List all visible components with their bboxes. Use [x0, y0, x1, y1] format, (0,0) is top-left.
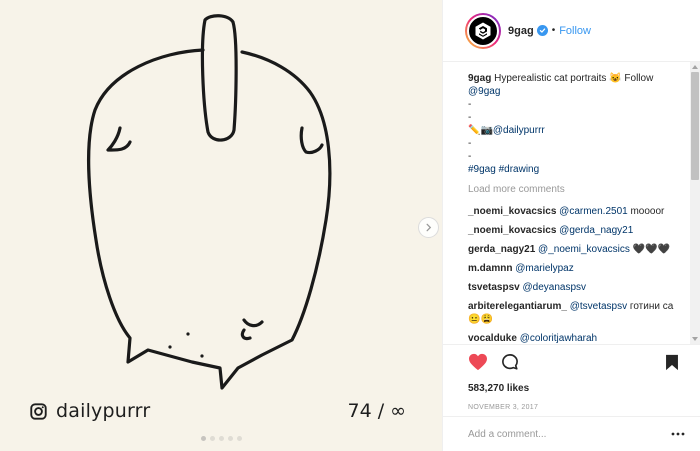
- post-media[interactable]: dailypurrr 74 / ∞: [0, 0, 442, 451]
- comment-mention[interactable]: @coloritjawharah: [520, 333, 597, 344]
- comment-mention[interactable]: @deyanaspsv: [522, 282, 586, 293]
- hashtag-link[interactable]: #9gag: [468, 164, 496, 175]
- comment-mention[interactable]: @carmen.2501: [559, 206, 628, 217]
- carousel-dot: [210, 436, 215, 441]
- comment-item: _noemi_kovacsics @carmen.2501 moooor: [468, 205, 677, 218]
- load-more-comments-button[interactable]: Load more comments: [468, 183, 677, 196]
- cat-drawing: [87, 14, 332, 390]
- carousel-dot: [219, 436, 224, 441]
- comment-mention[interactable]: @_noemi_kovacsics: [538, 244, 630, 255]
- post-date: NOVEMBER 3, 2017: [468, 404, 539, 411]
- comment-username[interactable]: tsvetaspsv: [468, 282, 520, 293]
- carousel-dot: [201, 436, 206, 441]
- avatar[interactable]: [465, 12, 501, 49]
- post-header: 9gag • Follow: [443, 0, 700, 62]
- comment-username[interactable]: gerda_nagy21: [468, 244, 535, 255]
- comment-icon[interactable]: [501, 353, 519, 371]
- carousel-dot: [228, 436, 233, 441]
- carousel-dots: [201, 436, 242, 441]
- comment-mention[interactable]: @marielypaz: [515, 263, 574, 274]
- header-username[interactable]: 9gag: [508, 25, 534, 37]
- post-caption: 9gag Hyperealistic cat portraits 😺 Follo…: [468, 72, 677, 176]
- comment-item: tsvetaspsv @deyanaspsv: [468, 281, 677, 294]
- scrollbar-thumb[interactable]: [691, 72, 699, 180]
- caption-dash: -: [468, 138, 472, 149]
- comment-username[interactable]: _noemi_kovacsics: [468, 206, 556, 217]
- next-slide-button[interactable]: [418, 217, 439, 238]
- comment-username[interactable]: arbiterelegantiarum_: [468, 301, 567, 312]
- comments-list: 9gag Hyperealistic cat portraits 😺 Follo…: [443, 62, 691, 344]
- caption-credit-mention[interactable]: @dailypurrr: [493, 125, 545, 136]
- comment-text: 🖤🖤🖤: [629, 244, 671, 255]
- 9gag-logo-icon: [467, 14, 499, 47]
- comment-item: arbiterelegantiarum_ @tsvetaspsv готини …: [468, 300, 677, 326]
- watermark-handle: dailypurrr: [56, 400, 151, 422]
- more-options-icon[interactable]: [671, 432, 685, 436]
- hashtag-link[interactable]: #drawing: [499, 164, 540, 175]
- add-comment-input[interactable]: [468, 428, 671, 440]
- caption-dash: -: [468, 151, 472, 162]
- media-watermark: dailypurrr: [30, 400, 150, 422]
- comment-username[interactable]: m.damnn: [468, 263, 512, 274]
- add-comment-bar: [443, 416, 700, 451]
- caption-emoji: ✏️📷: [468, 125, 493, 136]
- scroll-up-icon[interactable]: [690, 62, 700, 72]
- comment-mention[interactable]: @tsvetaspsv: [570, 301, 627, 312]
- caption-mention[interactable]: @9gag: [468, 86, 500, 97]
- comment-mention[interactable]: @gerda_nagy21: [559, 225, 633, 236]
- comment-username[interactable]: vocalduke: [468, 333, 517, 344]
- comment-text: moooor: [627, 206, 665, 217]
- verified-badge-icon: [536, 25, 548, 36]
- drawing-counter: 74 / ∞: [347, 400, 406, 422]
- follow-button[interactable]: Follow: [559, 25, 591, 37]
- comments-scrollbar[interactable]: [690, 62, 700, 344]
- likes-count[interactable]: 583,270 likes: [468, 383, 679, 394]
- post-side-panel: 9gag • Follow 9gag Hyperealistic cat por…: [442, 0, 700, 451]
- comment-item: _noemi_kovacsics @gerda_nagy21: [468, 224, 677, 237]
- comment-username[interactable]: _noemi_kovacsics: [468, 225, 556, 236]
- header-separator: •: [551, 25, 556, 36]
- bookmark-icon[interactable]: [665, 354, 679, 371]
- instagram-icon: [30, 402, 47, 420]
- comment-item: m.damnn @marielypaz: [468, 262, 677, 275]
- carousel-dot: [237, 436, 242, 441]
- scroll-down-icon[interactable]: [690, 334, 700, 344]
- chevron-right-icon: [426, 223, 432, 232]
- comment-item: vocalduke @coloritjawharah: [468, 332, 677, 344]
- caption-text: Hyperealistic cat portraits 😺 Follow: [494, 73, 654, 84]
- heart-icon[interactable]: [468, 353, 488, 371]
- post-actions: 583,270 likes NOVEMBER 3, 2017: [443, 344, 700, 416]
- caption-dash: -: [468, 112, 472, 123]
- caption-dash: -: [468, 99, 472, 110]
- caption-username[interactable]: 9gag: [468, 73, 491, 84]
- comment-item: gerda_nagy21 @_noemi_kovacsics 🖤🖤🖤: [468, 243, 677, 256]
